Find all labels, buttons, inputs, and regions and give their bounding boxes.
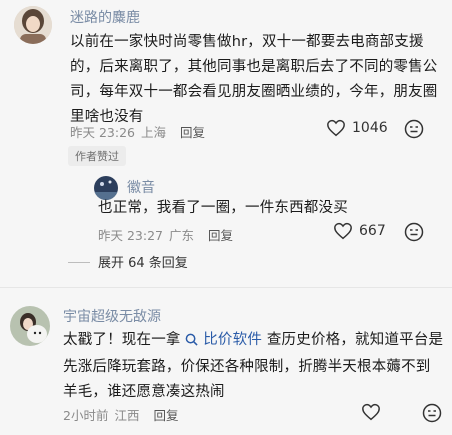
comment-meta: 2小时前 江西 回复 — [63, 405, 178, 424]
avatar-image — [10, 306, 50, 346]
expand-replies-button[interactable]: 展开 64 条回复 — [98, 252, 188, 271]
reply-button[interactable]: 回复 — [208, 228, 233, 243]
like-button[interactable]: 667 — [333, 222, 386, 240]
like-button[interactable]: 1046 — [326, 119, 388, 137]
heart-icon — [334, 222, 352, 240]
comment-time: 昨天 23:26 — [70, 125, 135, 140]
comment-meta: 昨天 23:26 上海 回复 — [70, 122, 205, 141]
comment-location: 广东 — [169, 228, 195, 243]
avatar-image — [14, 6, 52, 44]
comment-username[interactable]: 宇宙超级无敌源 — [63, 306, 161, 326]
author-liked-badge: 作者赞过 — [68, 146, 126, 166]
comment-username[interactable]: 迷路的麋鹿 — [70, 7, 140, 27]
heart-icon — [362, 403, 380, 421]
comment-meta: 昨天 23:27 广东 回复 — [98, 225, 233, 244]
comment-location: 上海 — [141, 125, 167, 140]
reply-button[interactable]: 回复 — [153, 408, 178, 423]
comment-location: 江西 — [114, 408, 140, 423]
comment-text: 太戳了！现在一拿 比价软件 查历史价格，就知道平台是 先涨后降玩套路，价保还各种… — [63, 328, 448, 405]
like-count: 667 — [359, 223, 386, 239]
emoji-reaction-icon[interactable] — [422, 403, 442, 427]
comment-text: 以前在一家快时尚零售做hr，双十一都要去电商部支援 的，后来离职了，其他同事也是… — [70, 30, 440, 130]
comment-username[interactable]: 徽音 — [127, 177, 155, 197]
emoji-reaction-icon[interactable] — [404, 119, 424, 143]
comment-time: 昨天 23:27 — [98, 228, 163, 243]
comment-text: 也正常，我看了一圈，一件东西都没买 — [98, 200, 348, 216]
price-compare-link[interactable]: 比价软件 — [185, 332, 266, 348]
reply-button[interactable]: 回复 — [180, 125, 205, 140]
search-icon — [185, 330, 199, 355]
comment-line: 以前在一家快时尚零售做hr，双十一都要去电商部支援 — [70, 34, 424, 50]
comment-line: 羊毛，谁还愿意凑这热闹 — [63, 384, 225, 400]
comment-line: 先涨后降玩套路，价保还各种限制，折腾半天根本薅不到 — [63, 359, 431, 375]
expand-divider — [68, 262, 90, 263]
heart-icon — [327, 119, 345, 137]
comment-line: 司，每年双十一都会看见朋友圈晒业绩的，今年，朋友圈 — [70, 84, 438, 100]
comment-line: 太戳了！现在一拿 比价软件 查历史价格，就知道平台是 — [63, 328, 448, 355]
avatar[interactable] — [10, 306, 50, 346]
like-count: 1046 — [352, 120, 388, 136]
emoji-reaction-icon[interactable] — [404, 222, 424, 246]
comment-time: 2小时前 — [63, 408, 109, 423]
comment-line: 的，后来离职了，其他同事也是离职后去了不同的零售公 — [70, 59, 438, 75]
like-button[interactable] — [361, 403, 381, 425]
avatar[interactable] — [14, 6, 52, 44]
comment-divider — [0, 287, 452, 288]
